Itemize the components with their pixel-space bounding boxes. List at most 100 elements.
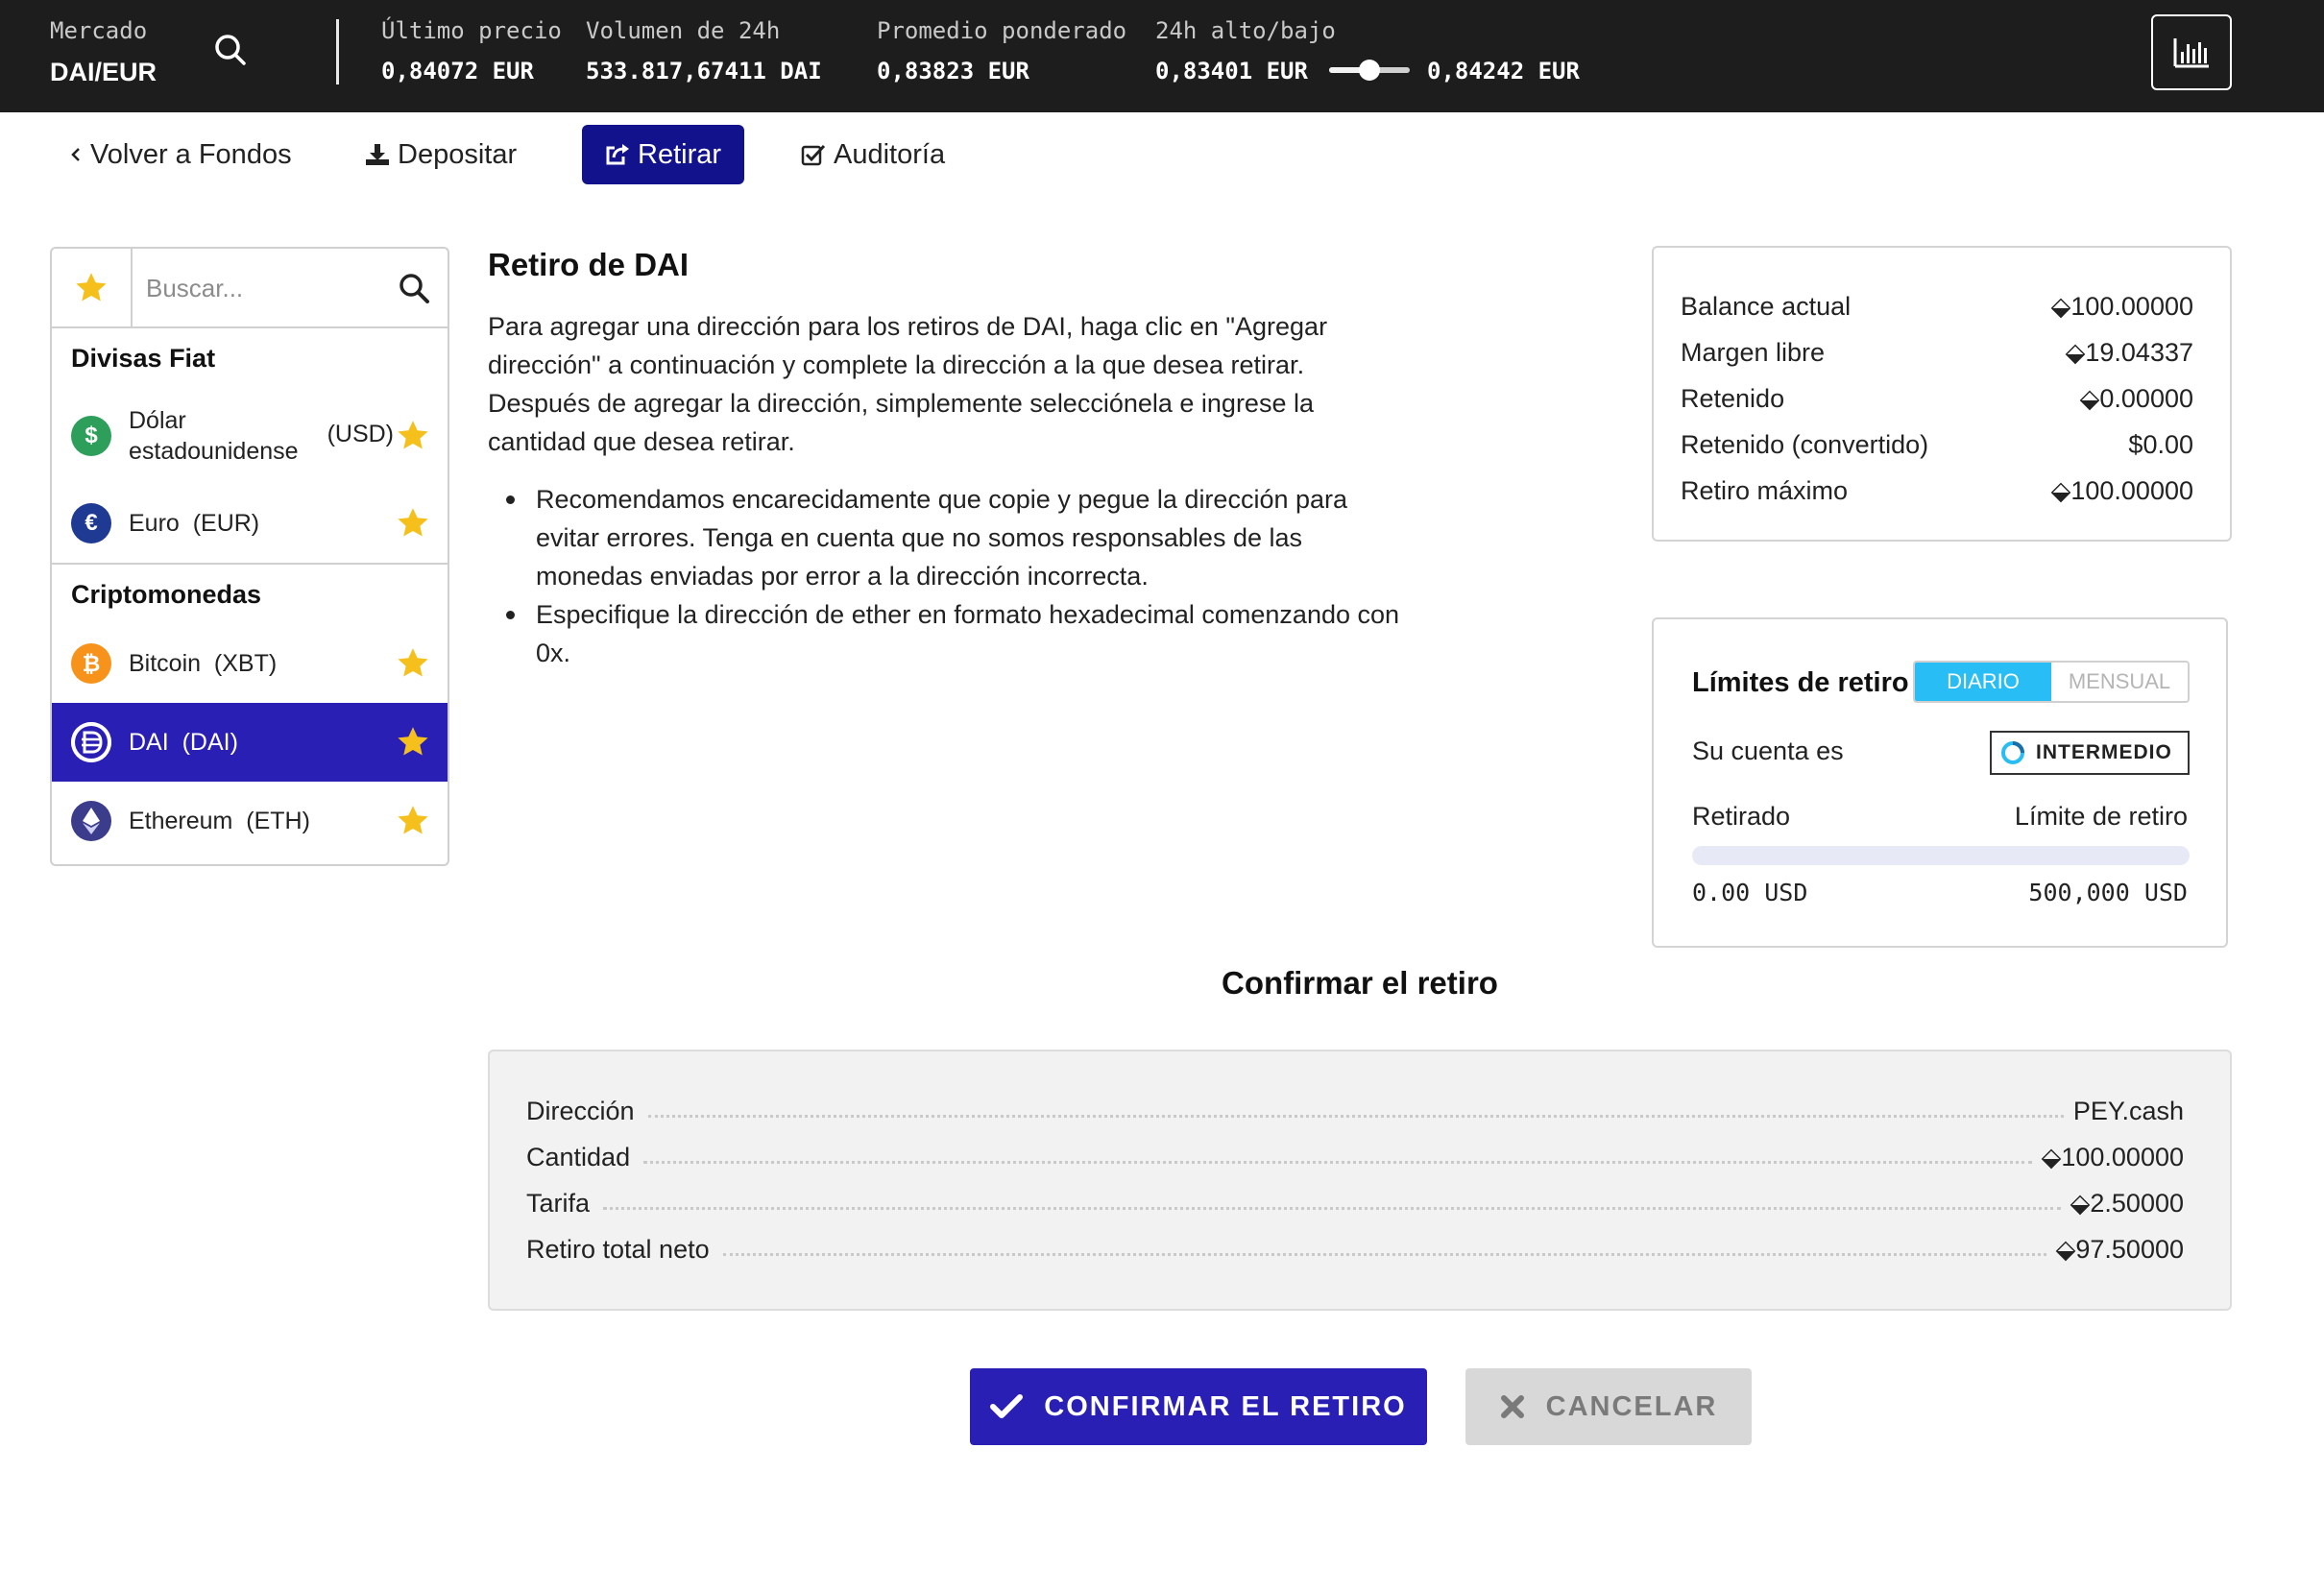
period-toggle: DIARIO MENSUAL <box>1913 661 2190 703</box>
account-label: Su cuenta es <box>1692 736 1844 765</box>
favorites-filter-button[interactable] <box>52 249 133 326</box>
currency-search-row <box>52 249 448 328</box>
summary-row: Tarifa ⬙2.50000 <box>526 1180 2184 1219</box>
star-icon[interactable] <box>396 646 430 688</box>
summary-value: ⬙97.50000 <box>2055 1235 2184 1264</box>
currency-item-usd[interactable]: $ Dólar estadounidense (USD) <box>52 388 448 484</box>
balance-label: Balance actual <box>1681 292 1852 321</box>
balance-label: Retenido (convertido) <box>1681 430 1929 459</box>
bar-chart-icon <box>2173 37 2209 67</box>
limit-value: 500,000 USD <box>2028 879 2188 906</box>
tab-withdraw[interactable]: Retirar <box>582 125 745 184</box>
limit-label: Límite de retiro <box>2014 802 2188 831</box>
balance-value: ⬙100.00000 <box>2050 476 2193 505</box>
summary-row: Cantidad ⬙100.00000 <box>526 1134 2184 1172</box>
star-icon[interactable] <box>396 419 430 460</box>
range-high-stat: 0,84242 EUR <box>1427 17 1580 84</box>
volume-stat: Volumen de 24h 533.817,67411 DAI <box>586 17 822 84</box>
confirm-title: Confirmar el retiro <box>1222 965 1498 1001</box>
toggle-daily[interactable]: DIARIO <box>1915 663 2051 701</box>
toggle-monthly[interactable]: MENSUAL <box>2051 663 2188 701</box>
market-selector[interactable]: Mercado DAI/EUR <box>50 17 157 87</box>
range-indicator <box>1329 60 1410 81</box>
summary-label: Cantidad <box>526 1143 631 1171</box>
currency-item-xbt[interactable]: ₿ Bitcoin (XBT) <box>52 624 448 703</box>
summary-label: Tarifa <box>526 1189 591 1218</box>
star-icon[interactable] <box>396 506 430 547</box>
summary-value: ⬙2.50000 <box>2070 1189 2184 1218</box>
search-icon[interactable] <box>398 272 430 309</box>
confirm-withdrawal-button[interactable]: CONFIRMAR EL RETIRO <box>970 1368 1427 1445</box>
summary-value: PEY.cash <box>2072 1097 2184 1125</box>
summary-value: ⬙100.00000 <box>2041 1143 2184 1171</box>
range-label: 24h alto/bajo <box>1155 17 1336 44</box>
limits-title: Límites de retiro <box>1692 667 1909 698</box>
download-icon <box>366 144 389 165</box>
balance-row: Retenido (convertido) $0.00 <box>1681 430 2193 460</box>
external-link-icon <box>606 144 629 165</box>
account-level: INTERMEDIO <box>2036 741 2172 763</box>
euro-icon: € <box>71 503 111 543</box>
tab-deposit[interactable]: Depositar <box>365 125 517 184</box>
fiat-heading: Divisas Fiat <box>71 343 216 373</box>
market-search-icon[interactable] <box>211 31 250 69</box>
currency-name: Ethereum (ETH) <box>129 808 310 834</box>
cancel-button-label: CANCELAR <box>1545 1390 1718 1422</box>
balance-value: ⬙0.00000 <box>2079 384 2193 413</box>
last-price-value: 0,84072 EUR <box>381 58 534 84</box>
tab-audit[interactable]: Auditoría <box>801 125 945 184</box>
volume-value: 533.817,67411 DAI <box>586 58 822 84</box>
dotted-leader <box>647 1115 2064 1118</box>
last-price-label: Último precio <box>381 17 562 44</box>
dotted-leader <box>643 1161 2032 1164</box>
check-icon <box>990 1394 1024 1418</box>
summary-label: Retiro total neto <box>526 1235 710 1264</box>
dai-icon <box>71 722 111 762</box>
weighted-stat: Promedio ponderado 0,83823 EUR <box>877 17 1126 84</box>
market-pair[interactable]: DAI/EUR <box>50 58 157 87</box>
currency-item-eur[interactable]: € Euro (EUR) <box>52 484 448 563</box>
currency-name: Euro (EUR) <box>129 510 260 537</box>
last-price-stat: Último precio 0,84072 EUR <box>381 17 562 84</box>
instructions-paragraph: Para agregar una dirección para los reti… <box>488 312 1328 456</box>
chart-button[interactable] <box>2151 14 2232 90</box>
summary-row: Dirección PEY.cash <box>526 1088 2184 1126</box>
star-icon[interactable] <box>396 725 430 766</box>
currency-name: Bitcoin (XBT) <box>129 650 278 677</box>
market-bar: Mercado DAI/EUR Último precio 0,84072 EU… <box>0 0 2324 112</box>
dotted-leader <box>722 1253 2046 1256</box>
bitcoin-icon: ₿ <box>71 643 111 684</box>
balance-value: ⬙19.04337 <box>2065 338 2193 367</box>
balance-label: Retenido <box>1681 384 1785 413</box>
weighted-label: Promedio ponderado <box>877 17 1127 44</box>
balance-label: Margen libre <box>1681 338 1826 367</box>
currency-code: (USD) <box>327 421 394 447</box>
confirm-summary: Dirección PEY.cash Cantidad ⬙100.00000 T… <box>488 1050 2232 1311</box>
summary-row: Retiro total neto ⬙97.50000 <box>526 1226 2184 1265</box>
withdrawn-value: 0.00 USD <box>1692 879 1808 906</box>
currency-item-dai[interactable]: DAI (DAI) <box>52 703 448 782</box>
list-item: Recomendamos encarecidamente que copie y… <box>488 480 1410 595</box>
weighted-value: 0,83823 EUR <box>877 58 1029 84</box>
instructions-list: Recomendamos encarecidamente que copie y… <box>488 480 1410 672</box>
ethereum-icon <box>71 801 111 841</box>
range-low-value: 0,83401 EUR <box>1155 58 1308 84</box>
currency-name-line1: Dólar <box>129 407 186 434</box>
star-icon[interactable] <box>396 804 430 845</box>
progress-ring-icon <box>2001 741 2024 764</box>
summary-label: Dirección <box>526 1097 635 1125</box>
balance-value: $0.00 <box>2128 430 2193 459</box>
balance-row: Margen libre ⬙19.04337 <box>1681 338 2193 368</box>
balance-row: Balance actual ⬙100.00000 <box>1681 292 2193 322</box>
market-label: Mercado <box>50 17 148 44</box>
balance-value: ⬙100.00000 <box>2050 292 2193 321</box>
tab-withdraw-label: Retirar <box>638 138 722 170</box>
range-knob <box>1359 60 1380 81</box>
balance-card: Balance actual ⬙100.00000 Margen libre ⬙… <box>1652 246 2232 542</box>
currency-item-eth[interactable]: Ethereum (ETH) <box>52 782 448 860</box>
currency-search-input[interactable] <box>146 266 376 310</box>
close-icon <box>1500 1395 1524 1418</box>
currency-panel: Divisas Fiat $ Dólar estadounidense (USD… <box>50 247 449 866</box>
back-to-funds-link[interactable]: Volver a Fondos <box>69 125 292 184</box>
cancel-button[interactable]: CANCELAR <box>1465 1368 1752 1445</box>
